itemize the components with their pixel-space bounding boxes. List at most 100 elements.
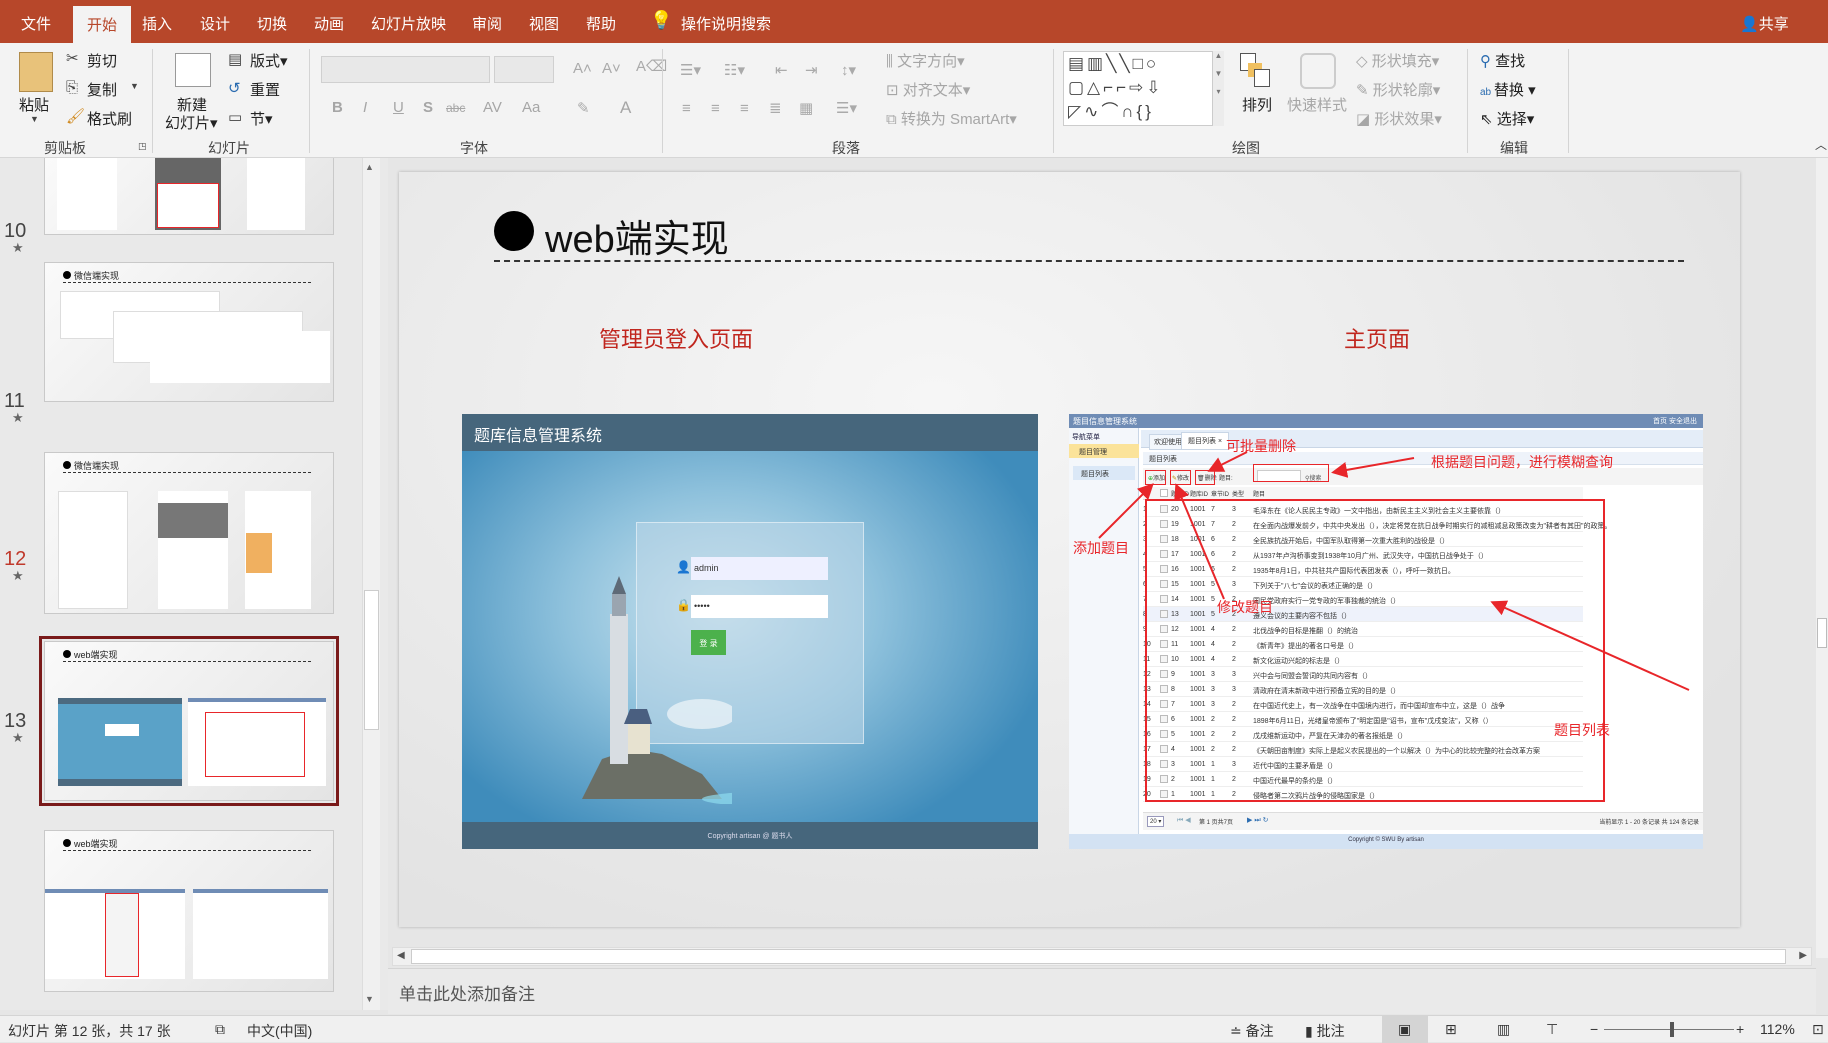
scroll-down-icon[interactable]: ▼	[365, 994, 374, 1004]
change-case-button[interactable]: Aa	[522, 99, 540, 116]
language-indicator[interactable]: 中文(中国)	[247, 1021, 312, 1041]
slide-thumbnail-11[interactable]: 微信端实现	[44, 452, 334, 614]
shadow-button[interactable]: S	[423, 99, 433, 116]
bold-button[interactable]: B	[332, 99, 343, 116]
increase-indent-icon[interactable]: ⇥	[805, 63, 818, 78]
paste-icon[interactable]	[19, 52, 53, 92]
numbering-icon[interactable]: ☷▾	[724, 63, 745, 78]
gallery-scroll[interactable]: ▲ ▼ ▾	[1212, 51, 1224, 126]
scroll-up-icon[interactable]: ▲	[365, 162, 374, 172]
shrink-font-icon[interactable]: A˅	[602, 61, 621, 76]
slide-thumbnail-13[interactable]: web端实现	[44, 830, 334, 992]
tab-insert[interactable]: 插入	[142, 13, 172, 34]
slide-thumbnail-9[interactable]	[44, 158, 334, 235]
thumbnail-title: 微信端实现	[63, 459, 119, 472]
dialog-launcher-icon[interactable]: ◳	[138, 142, 147, 151]
slide-canvas[interactable]: web端实现 管理员登入页面 主页面 题库信息管理系统 👤 admin 🔒 ••…	[399, 172, 1740, 927]
tab-home[interactable]: 开始	[73, 6, 132, 43]
normal-view-button[interactable]: ▣	[1382, 1016, 1428, 1043]
thumbnail-scrollbar[interactable]: ▲ ▼	[362, 158, 380, 1010]
font-color-button[interactable]: A	[620, 98, 631, 118]
notes-placeholder[interactable]: 单击此处添加备注	[399, 980, 535, 1005]
font-size-combo[interactable]	[494, 56, 554, 83]
underline-button[interactable]: U	[393, 99, 404, 116]
zoom-in-button[interactable]: +	[1736, 1021, 1744, 1037]
shapes-gallery[interactable]: ▤▥╲╲□○ ▢△⌐⌐⇨⇩ ◸∿⌒∩{}	[1063, 51, 1224, 126]
slide-thumbnail-12[interactable]: web端实现	[39, 636, 339, 806]
justify-icon[interactable]: ≣	[769, 101, 782, 116]
chevron-down-icon[interactable]: ▼	[30, 115, 39, 124]
find-button[interactable]: ⚲ 查找	[1480, 50, 1525, 71]
bullets-icon[interactable]: ☰▾	[680, 63, 701, 78]
tab-review[interactable]: 审阅	[472, 13, 502, 34]
group-divider	[1053, 49, 1054, 153]
align-text-button[interactable]: ⊡ 对齐文本▾	[886, 79, 970, 100]
copy-icon: ⎘	[66, 79, 79, 96]
new-slide-dropdown[interactable]: 幻灯片▾	[165, 112, 218, 133]
format-painter-button[interactable]: 格式刷	[87, 108, 132, 129]
slide-vertical-scrollbar[interactable]	[1816, 158, 1828, 958]
main-page-caption[interactable]: 主页面	[1344, 322, 1410, 354]
scroll-right-icon[interactable]: ▶	[1799, 950, 1807, 961]
tab-design[interactable]: 设计	[200, 13, 230, 34]
chevron-down-icon[interactable]: ▼	[130, 82, 139, 91]
section-button[interactable]: 节▾	[250, 108, 273, 129]
cut-button[interactable]: 剪切	[87, 50, 117, 71]
decrease-indent-icon[interactable]: ⇤	[775, 63, 788, 78]
shape-fill-button[interactable]: ◇ 形状填充▾	[1356, 50, 1439, 71]
collapse-ribbon-icon[interactable]: ︿	[1815, 139, 1827, 151]
tab-view[interactable]: 视图	[529, 13, 559, 34]
fit-to-window-icon[interactable]: ⊡	[1812, 1021, 1824, 1038]
login-page-caption[interactable]: 管理员登入页面	[599, 322, 753, 354]
scrollbar-thumb[interactable]	[364, 590, 379, 730]
quick-styles-button[interactable]: 快速样式	[1287, 94, 1347, 115]
slideshow-icon[interactable]: ⊤	[1546, 1021, 1558, 1038]
replace-button[interactable]: ab 替换 ▾	[1480, 79, 1536, 100]
scroll-left-icon[interactable]: ◀	[397, 950, 405, 961]
slide-sorter-icon[interactable]: ⊞	[1445, 1021, 1457, 1038]
slide-thumbnail-10[interactable]: 微信端实现	[44, 262, 334, 402]
align-left-icon[interactable]: ≡	[682, 101, 691, 116]
zoom-out-button[interactable]: −	[1590, 1021, 1598, 1037]
tab-file[interactable]: 文件	[21, 13, 51, 34]
align-right-icon[interactable]: ≡	[740, 101, 749, 116]
slide-horizontal-scrollbar[interactable]: ◀ ▶	[392, 947, 1812, 966]
paste-button[interactable]: 粘贴	[19, 94, 49, 115]
slide-title[interactable]: web端实现	[545, 208, 729, 263]
shape-outline-button[interactable]: ✎ 形状轮廓▾	[1356, 79, 1440, 100]
zoom-slider-thumb[interactable]	[1669, 1022, 1674, 1037]
smartart-button[interactable]: ⧉ 转换为 SmartArt▾	[886, 108, 1017, 129]
tab-help[interactable]: 帮助	[586, 13, 616, 34]
share-button[interactable]: 👤共享	[1740, 13, 1789, 34]
scrollbar-thumb[interactable]	[1817, 618, 1827, 648]
shape-effects-button[interactable]: ◪ 形状效果▾	[1356, 108, 1442, 129]
char-spacing-button[interactable]: AV	[483, 99, 502, 116]
line-spacing-icon[interactable]: ↕▾	[841, 63, 856, 78]
reset-button[interactable]: 重置	[250, 79, 280, 100]
text-direction-button[interactable]: ⫼ 文字方向▾	[886, 50, 965, 71]
tab-slideshow[interactable]: 幻灯片放映	[371, 13, 446, 34]
comments-button[interactable]: ▮ 批注	[1305, 1021, 1345, 1041]
grow-font-icon[interactable]: A˄	[573, 61, 592, 76]
distributed-icon[interactable]: ▦	[799, 101, 813, 116]
font-name-combo[interactable]	[321, 56, 490, 83]
reading-view-icon[interactable]: ▥	[1497, 1021, 1510, 1038]
notes-pane[interactable]: 单击此处添加备注	[388, 968, 1816, 1014]
tab-transitions[interactable]: 切换	[257, 13, 287, 34]
layout-button[interactable]: 版式▾	[250, 50, 288, 71]
align-center-icon[interactable]: ≡	[711, 101, 720, 116]
notes-button[interactable]: ≐ 备注	[1230, 1021, 1274, 1041]
select-button[interactable]: ⇖ 选择▾	[1480, 108, 1534, 129]
tell-me-search[interactable]: 操作说明搜索	[681, 13, 771, 34]
copy-button[interactable]: 复制	[87, 79, 117, 100]
arrange-button[interactable]: 排列	[1242, 94, 1272, 115]
columns-icon[interactable]: ☰▾	[836, 101, 857, 116]
new-slide-icon[interactable]	[175, 53, 211, 87]
tab-animations[interactable]: 动画	[314, 13, 344, 34]
zoom-level[interactable]: 112%	[1760, 1021, 1795, 1037]
strikethrough-button[interactable]: abc	[446, 101, 465, 115]
spellcheck-icon[interactable]: ⧉	[215, 1021, 225, 1038]
scrollbar-thumb[interactable]	[411, 949, 1786, 964]
italic-button[interactable]: I	[363, 99, 367, 116]
highlight-icon[interactable]: ✎	[577, 101, 590, 116]
